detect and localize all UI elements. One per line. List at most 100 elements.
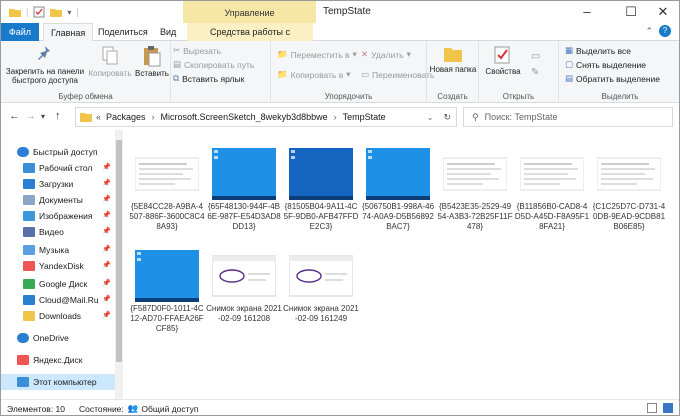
- large-icons-view-icon[interactable]: [663, 403, 673, 413]
- file-name: Снимок экрана 2021-02-09 161249: [283, 304, 359, 323]
- nav-item[interactable]: Google Диск 📌: [1, 276, 115, 292]
- nav-item[interactable]: Яндекс.Диск: [1, 352, 115, 368]
- paste-button[interactable]: Вставить: [133, 45, 171, 78]
- chevron-down-icon: ▾: [352, 49, 357, 59]
- search-placeholder: Поиск: TempState: [484, 112, 558, 122]
- breadcrumb-item[interactable]: Packages: [106, 112, 146, 122]
- download-icon: [23, 179, 35, 189]
- breadcrumb-overflow[interactable]: «: [96, 112, 101, 122]
- tab-picture-tools[interactable]: Средства работы с рисунками: [187, 23, 313, 55]
- nav-item[interactable]: Этот компьютер: [1, 374, 115, 390]
- minimize-button[interactable]: –: [571, 3, 603, 21]
- tab-home[interactable]: Главная: [43, 23, 94, 42]
- breadcrumb-item[interactable]: TempState: [343, 112, 386, 122]
- copy-icon: [102, 46, 118, 65]
- nav-item[interactable]: Загрузки 📌: [1, 176, 115, 192]
- nav-item-label: YandexDisk: [39, 261, 84, 271]
- pin-icon: 📌: [102, 262, 111, 269]
- chevron-down-icon: ▾: [346, 69, 351, 79]
- file-name: {81505B04-9A11-4C5F-9DB0-AFB47FFDE2C3}: [283, 202, 359, 231]
- chevron-down-icon[interactable]: ▾: [67, 8, 71, 17]
- address-bar[interactable]: « Packages › Microsoft.ScreenSketch_8wek…: [75, 107, 457, 127]
- up-arrow-icon[interactable]: ↑: [55, 110, 61, 122]
- separator: |: [76, 7, 79, 17]
- file-item[interactable]: {65F48130-944F-4B6E-987F-E54D3AD8DD13}: [206, 148, 282, 232]
- nav-item[interactable]: Изображения 📌: [1, 208, 115, 224]
- delete-button[interactable]: ✕ Удалить ▾: [361, 49, 411, 60]
- address-dropdown-icon[interactable]: ⌄: [427, 113, 434, 122]
- properties-check-icon[interactable]: [33, 6, 45, 18]
- breadcrumb-item[interactable]: Microsoft.ScreenSketch_8wekyb3d8bbwe: [161, 112, 328, 122]
- nav-item[interactable]: Документы 📌: [1, 192, 115, 208]
- rename-button[interactable]: ▭ Переименовать: [361, 69, 434, 80]
- breadcrumb-separator-icon[interactable]: ›: [152, 112, 155, 122]
- tab-share[interactable]: Поделиться: [91, 23, 155, 41]
- help-icon[interactable]: ?: [659, 25, 671, 37]
- scrollbar-thumb[interactable]: [116, 140, 122, 362]
- file-name: {5E84CC28-A9BA-4507-886F-3600C8C48A93}: [129, 202, 205, 231]
- file-item[interactable]: {F587D0F0-1011-4C12-AD70-FFAEA26FCF85}: [129, 250, 205, 334]
- nav-item[interactable]: Cloud@Mail.Ru 📌: [1, 292, 115, 308]
- move-to-icon: 📁: [277, 49, 288, 59]
- file-item[interactable]: Снимок экрана 2021-02-09 161249: [283, 250, 359, 324]
- nav-item[interactable]: OneDrive: [1, 330, 115, 346]
- cut-button[interactable]: ✂ Вырезать: [173, 45, 221, 56]
- file-item[interactable]: {B11856B0-CAD8-4D5D-A45D-F8A95F18FA21}: [514, 148, 590, 232]
- video-icon: [23, 227, 35, 237]
- nav-item[interactable]: Быстрый доступ: [1, 144, 115, 160]
- nav-item-label: Рабочий стол: [39, 163, 93, 173]
- new-folder-button[interactable]: Новая папка: [429, 45, 477, 74]
- file-name: {B11856B0-CAD8-4D5D-A45D-F8A95F18FA21}: [514, 202, 590, 231]
- copy-path-label: Скопировать путь: [184, 59, 255, 70]
- forward-arrow-icon[interactable]: →: [25, 110, 36, 122]
- back-arrow-icon[interactable]: ←: [9, 110, 20, 122]
- close-button[interactable]: ✕: [647, 3, 679, 21]
- tab-view[interactable]: Вид: [153, 23, 183, 41]
- invert-selection-button[interactable]: ▤ Обратить выделение: [565, 73, 660, 84]
- details-view-icon[interactable]: [647, 403, 657, 413]
- document-thumbnail: [597, 157, 661, 191]
- clipboard-group: Закрепить на панели быстрого доступа Коп…: [1, 41, 171, 103]
- select-none-label: Снять выделение: [576, 59, 647, 70]
- file-item[interactable]: {5E84CC28-A9BA-4507-886F-3600C8C48A93}: [129, 148, 205, 232]
- move-to-button[interactable]: 📁 Переместить в ▾: [277, 49, 357, 60]
- file-item[interactable]: {506750B1-998A-4674-A0A9-D5B56892BAC7}: [360, 148, 436, 232]
- edit-icon[interactable]: ✎: [531, 67, 539, 78]
- file-item[interactable]: {B5423E35-2529-4954-A3B3-72B25F11F478}: [437, 148, 513, 232]
- new-folder-quick-icon[interactable]: [50, 6, 63, 18]
- maximize-button[interactable]: ☐: [615, 3, 647, 21]
- nav-item[interactable]: Видео 📌: [1, 224, 115, 240]
- ribbon-collapse-icon[interactable]: ⌃: [645, 26, 653, 37]
- file-item[interactable]: Снимок экрана 2021-02-09 161208: [206, 250, 282, 324]
- select-group: ▦ Выделить все ▢ Снять выделение ▤ Обратить…: [559, 41, 679, 103]
- breadcrumb-separator-icon[interactable]: ›: [334, 112, 337, 122]
- context-tab-header: Управление: [183, 1, 316, 23]
- nav-item[interactable]: Музыка 📌: [1, 242, 115, 258]
- nav-item-label: Документы: [39, 195, 83, 205]
- copy-button[interactable]: Копировать: [87, 45, 133, 78]
- recent-locations-chevron-icon[interactable]: ▾: [41, 112, 45, 121]
- tab-file[interactable]: Файл: [1, 23, 39, 41]
- file-name: {F587D0F0-1011-4C12-AD70-FFAEA26FCF85}: [130, 304, 204, 333]
- file-item[interactable]: {81505B04-9A11-4C5F-9DB0-AFB47FFDE2C3}: [283, 148, 359, 232]
- refresh-icon[interactable]: ↻: [443, 112, 451, 123]
- search-box[interactable]: ⚲ Поиск: TempState: [463, 107, 673, 127]
- pin-quick-access-button[interactable]: Закрепить на панели быстрого доступа: [5, 45, 85, 85]
- pin-icon: 📌: [102, 196, 111, 203]
- share-state: Общий доступ: [141, 403, 199, 414]
- properties-button[interactable]: Свойства: [483, 45, 523, 76]
- desktop-screenshot-thumbnail: [366, 148, 430, 200]
- nav-scrollbar[interactable]: [115, 130, 123, 399]
- select-none-button[interactable]: ▢ Снять выделение: [565, 59, 646, 70]
- file-name: Снимок экрана 2021-02-09 161208: [206, 304, 282, 323]
- copy-path-button[interactable]: ▤ Скопировать путь: [173, 59, 254, 70]
- paste-shortcut-button[interactable]: ⧉ Вставить ярлык: [173, 73, 244, 84]
- file-item[interactable]: {C1C25D7C-D731-40DB-9EAD-9CDB81B06E85}: [591, 148, 667, 232]
- select-all-button[interactable]: ▦ Выделить все: [565, 45, 631, 56]
- properties-label: Свойства: [485, 67, 521, 76]
- nav-item[interactable]: YandexDisk 📌: [1, 258, 115, 274]
- nav-item[interactable]: Рабочий стол 📌: [1, 160, 115, 176]
- open-icon[interactable]: ▭: [531, 51, 540, 62]
- copy-to-button[interactable]: 📁 Копировать в ▾: [277, 69, 351, 80]
- nav-item[interactable]: Downloads 📌: [1, 308, 115, 324]
